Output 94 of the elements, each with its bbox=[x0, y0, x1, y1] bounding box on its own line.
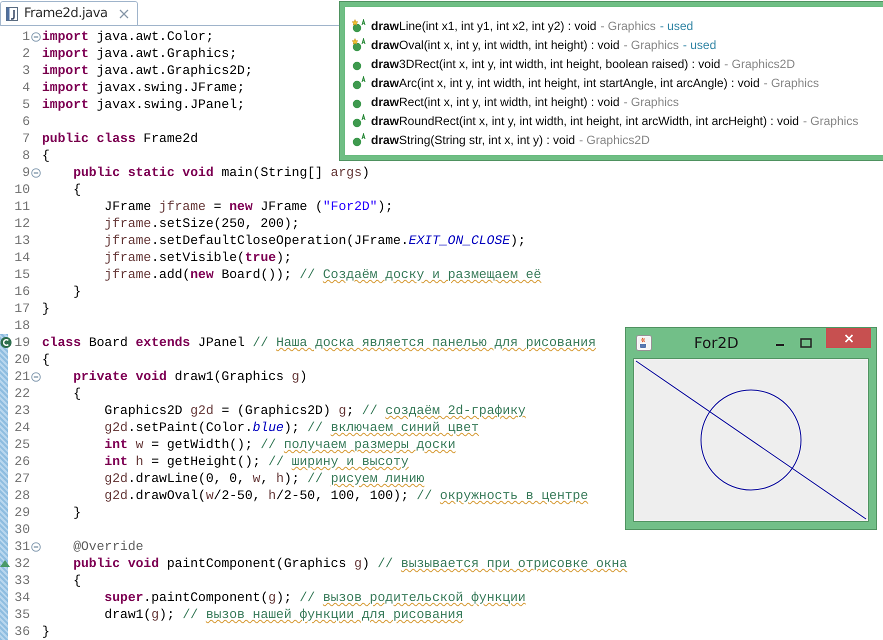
line-number: 15 bbox=[13, 267, 30, 282]
code-line: } bbox=[72, 505, 82, 520]
line-number: 21 bbox=[13, 369, 30, 384]
code-line: g2d.drawLine(0, 0, w, h); // рисуем линию bbox=[103, 471, 424, 486]
code-line: } bbox=[72, 284, 82, 299]
completion-item[interactable]: drawString(String str, int x, int y) : void - Graphics2D bbox=[351, 130, 883, 149]
line-number: 2 bbox=[21, 46, 30, 61]
code-line: import javax.swing.JFrame; bbox=[42, 80, 245, 95]
line-number: 30 bbox=[13, 522, 30, 537]
code-line: class Board extends JPanel // Наша доска является панелью для рисования bbox=[42, 335, 596, 350]
editor-tab[interactable]: Frame2d.java bbox=[0, 1, 138, 25]
code-line: import java.awt.Graphics; bbox=[42, 46, 238, 61]
close-icon bbox=[844, 334, 854, 342]
completion-item[interactable]: drawRoundRect(int x, int y, int width, int height, int arcWidth, int arcHeight) : void - Graphics bbox=[351, 111, 883, 130]
line-number: 26 bbox=[13, 454, 30, 469]
abstract-method-icon bbox=[351, 76, 367, 90]
code-line: jframe.add(new Board()); // Создаём доску и размещаем её bbox=[103, 267, 542, 282]
code-line: jframe.setVisible(true); bbox=[103, 250, 292, 265]
code-line: { bbox=[72, 573, 82, 588]
line-number: 27 bbox=[13, 471, 30, 486]
line-number: 4 bbox=[21, 80, 30, 95]
abstract-method-icon bbox=[351, 114, 367, 128]
line-number: 34 bbox=[13, 590, 30, 605]
line-number: 32 bbox=[13, 556, 30, 571]
collapse-icon[interactable] bbox=[31, 32, 41, 42]
completion-item[interactable]: draw3DRect(int x, int y, int width, int height, boolean raised) : void - Graphics2D bbox=[351, 54, 883, 73]
code-line: import java.awt.Color; bbox=[42, 29, 214, 44]
starred-method-icon bbox=[351, 38, 367, 52]
line-number: 17 bbox=[13, 301, 30, 316]
code-line: Graphics2D g2d = (Graphics2D) g; // создаём 2d-графику bbox=[103, 403, 526, 418]
line-number: 19 bbox=[13, 335, 30, 350]
code-line: { bbox=[42, 148, 50, 163]
window-title: For2D bbox=[694, 334, 740, 352]
line-number: 12 bbox=[13, 216, 30, 231]
line-number: 28 bbox=[13, 488, 30, 503]
code-line: public class Frame2d bbox=[42, 131, 198, 146]
line-number: 5 bbox=[21, 97, 30, 112]
code-line: jframe.setSize(250, 200); bbox=[103, 216, 300, 231]
line-number: 14 bbox=[13, 250, 30, 265]
line-number: 23 bbox=[13, 403, 30, 418]
code-line: JFrame jframe = new JFrame ("For2D"); bbox=[103, 199, 394, 214]
line-number: 20 bbox=[13, 352, 30, 367]
line-number: 7 bbox=[21, 131, 30, 146]
close-button[interactable] bbox=[826, 328, 871, 348]
code-line: g2d.drawOval(w/2-50, h/2-50, 100, 100); // окружность в центре bbox=[103, 488, 588, 503]
line-number: 13 bbox=[13, 233, 30, 248]
code-line: import javax.swing.JPanel; bbox=[42, 97, 245, 112]
code-line: import java.awt.Graphics2D; bbox=[42, 63, 253, 78]
line-number: 18 bbox=[13, 318, 30, 333]
code-line: public void paintComponent(Graphics g) // вызывается при отрисовке окна bbox=[72, 556, 628, 571]
code-line: } bbox=[42, 301, 50, 316]
completion-item[interactable]: drawOval(int x, int y, int width, int height) : void - Graphics - used bbox=[351, 35, 883, 54]
line-number: 11 bbox=[13, 199, 30, 214]
line-number: 16 bbox=[13, 284, 30, 299]
line-number: 29 bbox=[13, 505, 30, 520]
java-file-icon bbox=[6, 6, 19, 20]
maximize-icon[interactable] bbox=[800, 338, 812, 348]
code-line: g2d.setPaint(Color.blue); // включаем синий цвет bbox=[103, 420, 479, 435]
completion-item[interactable]: drawArc(int x, int y, int width, int height, int startAngle, int arcAngle) : void - Graphics bbox=[351, 73, 883, 92]
line-number: 1 bbox=[21, 29, 30, 44]
close-icon[interactable] bbox=[118, 8, 129, 18]
abstract-method-icon bbox=[351, 132, 367, 146]
completion-item[interactable]: drawLine(int x1, int y1, int x2, int y2) : void - Graphics - used bbox=[351, 16, 883, 35]
collapse-icon[interactable] bbox=[31, 168, 41, 178]
line-number: 10 bbox=[13, 182, 30, 197]
code-line: draw1(g); // вызов нашей функции для рисования bbox=[103, 607, 464, 622]
line-number: 25 bbox=[13, 437, 30, 452]
line-number: 35 bbox=[13, 607, 30, 622]
code-line: super.paintComponent(g); // вызов родительской функции bbox=[103, 590, 526, 605]
line-number: 9 bbox=[21, 165, 30, 180]
line-number: 8 bbox=[21, 148, 30, 163]
code-line: int w = getWidth(); // получаем размеры доски bbox=[103, 437, 456, 452]
code-line: int h = getHeight(); // ширину и высоту bbox=[103, 454, 409, 469]
code-line: public static void main(String[] args) bbox=[72, 165, 370, 180]
line-number: 36 bbox=[13, 624, 30, 639]
code-line: jframe.setDefaultCloseOperation(JFrame.EXIT_ON_CLOSE); bbox=[103, 233, 526, 248]
code-line: { bbox=[42, 352, 50, 367]
override-triangle-icon bbox=[0, 560, 10, 567]
collapse-icon[interactable] bbox=[31, 542, 41, 552]
completion-item[interactable]: drawRect(int x, int y, int width, int height) : void - Graphics bbox=[351, 92, 883, 111]
code-line: { bbox=[72, 386, 82, 401]
java-cup-icon bbox=[636, 335, 652, 351]
line-number: 3 bbox=[21, 63, 30, 78]
code-line: { bbox=[72, 182, 82, 197]
line-number: 31 bbox=[13, 539, 30, 554]
starred-method-icon bbox=[351, 18, 367, 32]
collapse-icon[interactable] bbox=[31, 372, 41, 382]
code-line: private void draw1(Graphics g) bbox=[72, 369, 308, 384]
line-number: 24 bbox=[13, 420, 30, 435]
line-number: 33 bbox=[13, 573, 30, 588]
code-line: @Override bbox=[72, 539, 144, 554]
line-number: 22 bbox=[13, 386, 30, 401]
line-number: 6 bbox=[21, 114, 30, 129]
code-line: } bbox=[42, 624, 50, 639]
